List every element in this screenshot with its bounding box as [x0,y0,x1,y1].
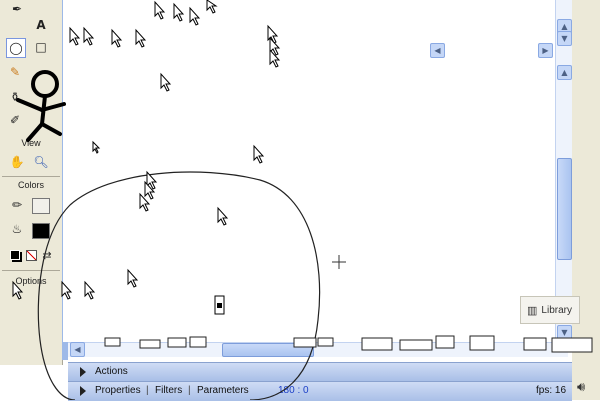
stroke-color-icon[interactable]: ✏ [8,196,26,214]
zoom-tool-icon[interactable]: 🔍︎ [32,153,50,171]
scroll-down-small-icon[interactable]: ▼ [557,31,572,46]
stroke-color-swatch[interactable] [32,198,50,214]
nav-right-icon[interactable]: ▶ [538,43,553,58]
black-white-icon[interactable] [10,250,20,260]
scroll-left-button[interactable]: ◀ [70,342,85,357]
tab-filters[interactable]: Filters [155,385,182,396]
library-icon: ▥ [527,304,538,317]
coordinate-readout: 180 : 0 [278,385,309,396]
horizontal-scrollbar[interactable] [68,342,568,357]
nav-left-icon[interactable]: ◀ [430,43,445,58]
fill-color-icon[interactable]: ♨ [8,220,26,238]
expand-triangle-icon[interactable] [80,386,86,396]
tab-separator: | [146,385,149,396]
no-color-icon[interactable] [26,250,37,261]
actions-panel[interactable]: Actions [68,362,572,381]
library-label: Library [541,304,572,316]
pen-tool-icon[interactable]: ✒ [8,0,26,18]
view-section-label: View [21,138,41,148]
scroll-up-button[interactable]: ▲ [557,65,572,80]
scroll-down-button[interactable]: ▼ [557,325,572,340]
library-panel-tab[interactable]: ▥ Library [520,296,580,324]
tools-divider [2,176,60,177]
actions-label[interactable]: Actions [95,366,128,377]
options-section-label: Options [15,276,47,286]
hand-tool-icon[interactable]: ✋ [8,153,26,171]
tools-divider-2 [2,270,60,271]
tab-separator: | [188,385,191,396]
stage-canvas[interactable] [63,0,568,342]
tools-panel: ✒ A ◯ □ ✎ ⚱ ✐ View ✋ 🔍︎ Colors ✏ ♨ ⇄ Opt… [0,0,63,365]
fill-color-swatch[interactable] [32,223,50,239]
colors-section-label: Colors [17,180,44,190]
vertical-scroll-thumb[interactable] [557,158,572,260]
ink-bottle-tool-icon[interactable]: ⚱ [6,88,24,106]
rectangle-tool-icon[interactable]: □ [32,38,50,56]
expand-triangle-icon[interactable] [80,367,86,377]
fps-readout: fps: 16 [536,385,567,396]
pencil-tool-icon[interactable]: ✎ [6,63,24,81]
speaker-icon[interactable]: 🔊︎ [577,380,585,395]
right-panel-strip [572,0,600,400]
swap-colors-icon[interactable]: ⇄ [38,246,56,264]
eyedropper-tool-icon[interactable]: ✐ [6,111,24,129]
tab-parameters[interactable]: Parameters [197,385,249,396]
horizontal-scroll-thumb[interactable] [222,343,314,357]
properties-panel[interactable]: Properties | Filters | Parameters 180 : … [68,381,572,401]
tab-properties[interactable]: Properties [95,385,141,396]
text-tool-icon[interactable]: A [32,16,50,34]
oval-tool-icon[interactable]: ◯ [6,38,26,58]
